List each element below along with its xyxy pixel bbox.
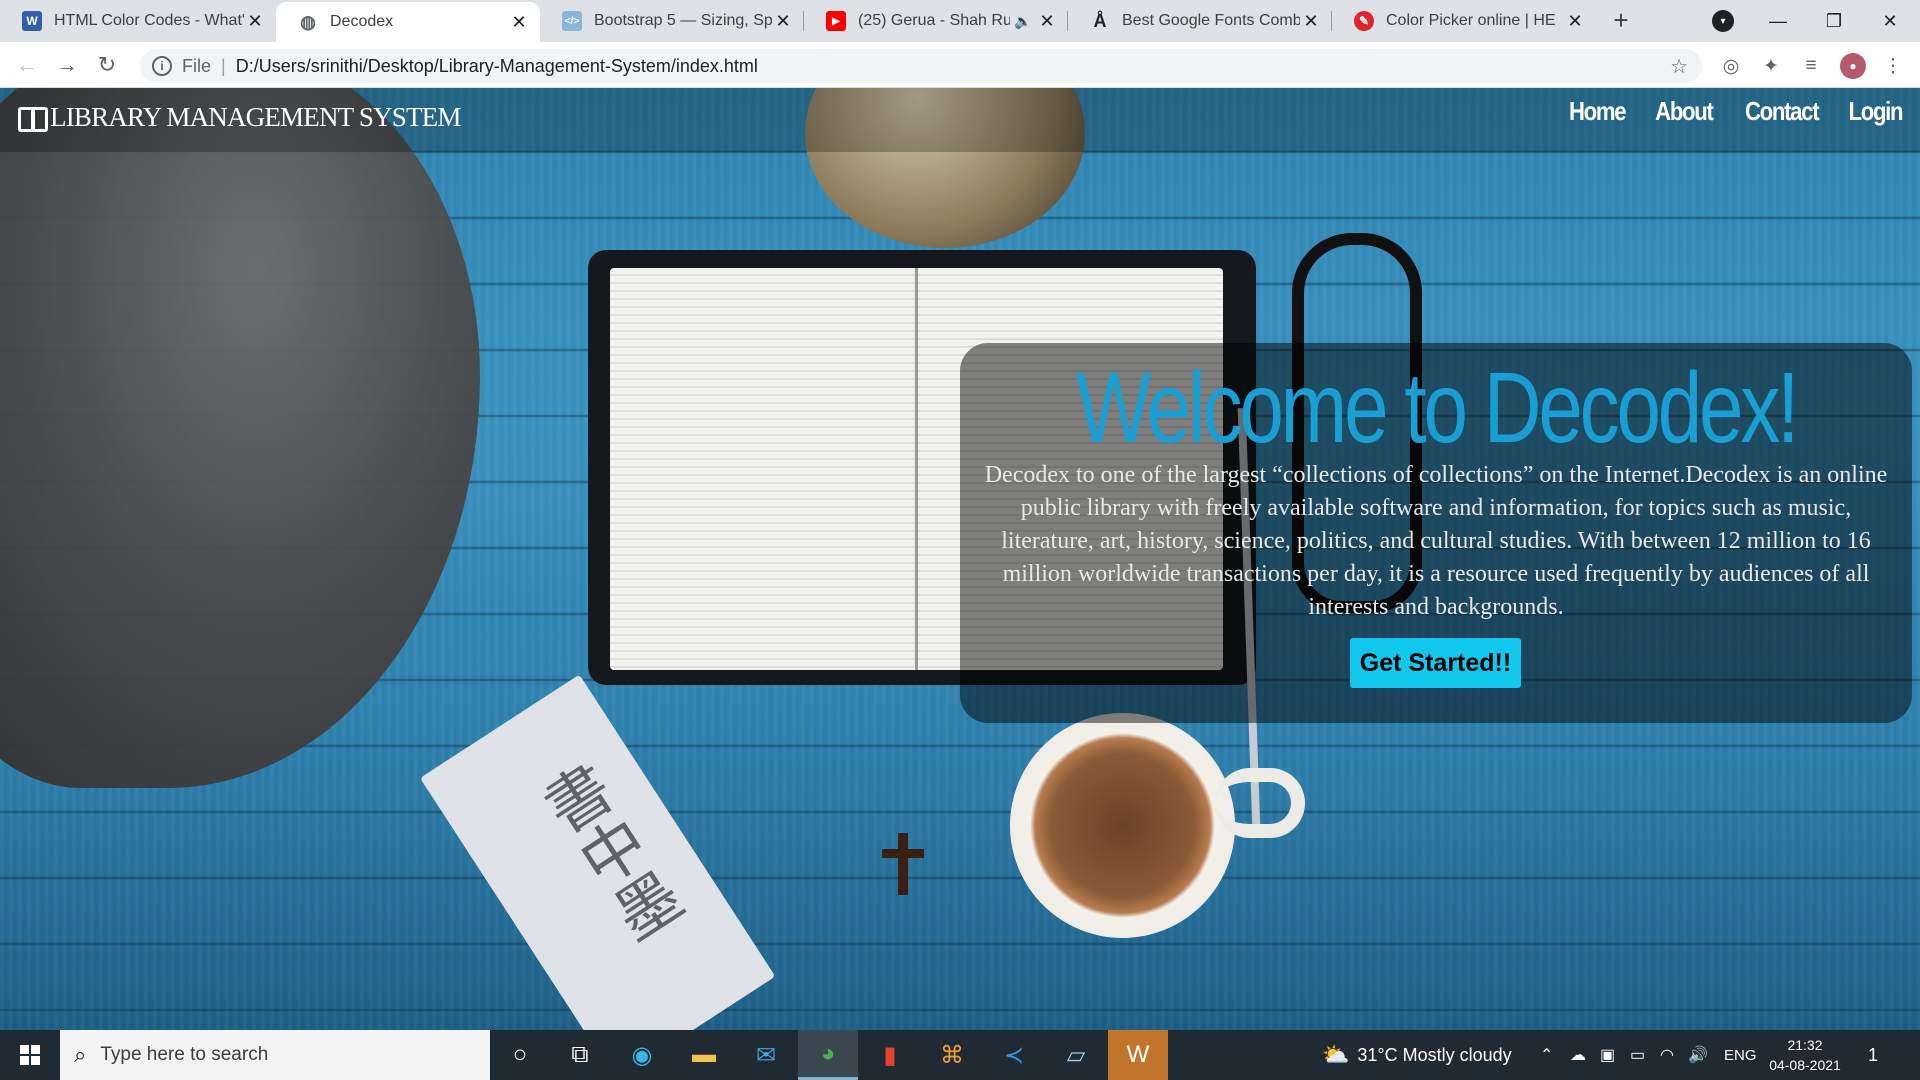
notification-center-icon[interactable]: 1 — [1868, 1030, 1878, 1080]
coffee-cup-handle — [1215, 768, 1305, 838]
back-arrow-icon[interactable]: ← — [12, 50, 42, 80]
notification-count: 1 — [1868, 1044, 1879, 1065]
tab-title: Color Picker online | HE — [1386, 12, 1556, 29]
meet-now-icon[interactable]: ▣ — [1600, 1030, 1615, 1080]
task-view-icon[interactable]: ⧉ — [550, 1030, 610, 1080]
w3schools-icon: W — [22, 11, 42, 31]
forward-arrow-icon[interactable]: → — [52, 50, 82, 80]
tab-title: (25) Gerua - Shah Rukh — [858, 12, 1010, 29]
more-menu-icon[interactable]: ⋮ — [1880, 53, 1906, 79]
restore-icon[interactable]: ❐ — [1806, 0, 1862, 42]
tab-bootstrap[interactable]: </> Bootstrap 5 — Sizing, Spaci ✕ — [540, 0, 804, 42]
media-queue-icon[interactable]: ≡ — [1798, 53, 1824, 79]
close-tab-icon[interactable]: ✕ — [244, 11, 266, 32]
tab-decodex[interactable]: ◍ Decodex ✕ — [276, 2, 540, 42]
window-close-icon[interactable]: ✕ — [1862, 0, 1918, 42]
browser-toolbar: ← → ↻ i File | D:/Users/srinithi/Desktop… — [0, 42, 1920, 88]
tab-title: Decodex — [330, 13, 394, 30]
sublime-icon[interactable]: ⌘ — [922, 1030, 982, 1080]
bookmark-calligraphy: 書中墨 — [524, 753, 692, 955]
edge-icon[interactable]: ◉ — [612, 1030, 672, 1080]
extensions-icon[interactable]: ✦ — [1758, 53, 1784, 79]
wifi-icon[interactable]: ◠ — [1660, 1030, 1674, 1080]
winamp-icon[interactable]: W — [1108, 1030, 1168, 1080]
page-viewport: 書中墨 LIBRARY MANAGEMENT SYSTEM Home About… — [0, 88, 1920, 1030]
windows-logo-icon — [20, 1045, 40, 1065]
close-tab-icon[interactable]: ✕ — [1036, 11, 1058, 32]
close-tab-icon[interactable]: ✕ — [508, 12, 530, 33]
nav-about-link[interactable]: About — [1655, 96, 1714, 127]
tab-google-fonts[interactable]: Å Best Google Fonts Combina ✕ — [1068, 0, 1332, 42]
address-scheme: File — [182, 55, 212, 76]
reload-icon[interactable]: ↻ — [92, 50, 122, 80]
hero-description: Decodex to one of the largest “collectio… — [984, 462, 1888, 620]
mail-icon[interactable]: ✉ — [736, 1030, 796, 1080]
tab-youtube[interactable]: ▶ (25) Gerua - Shah Rukh 🔈 ✕ — [804, 0, 1068, 42]
notepad-icon[interactable]: ▱ — [1046, 1030, 1106, 1080]
background-bookmark: 書中墨 — [420, 674, 776, 1030]
code-icon: </> — [562, 11, 582, 31]
battery-icon[interactable]: ▭ — [1630, 1030, 1645, 1080]
windows-taskbar: ⌕ Type here to search ○ ⧉ ◉ ▬ ✉ ◕ ▮ ⌘ ≺ … — [0, 1030, 1920, 1080]
tab-title: Best Google Fonts Combina — [1122, 12, 1300, 29]
background-cross — [882, 833, 924, 895]
weather-widget[interactable]: ⛅ 31°C Mostly cloudy — [1322, 1030, 1512, 1080]
clock-date: 04-08-2021 — [1769, 1057, 1841, 1073]
nav-home-link[interactable]: Home — [1569, 96, 1627, 127]
profile-avatar[interactable]: ● — [1840, 53, 1866, 79]
tab-title: Bootstrap 5 — Sizing, Spaci — [594, 12, 772, 29]
tab-html-color-codes[interactable]: W HTML Color Codes - What's ✕ — [0, 0, 276, 42]
cortana-icon[interactable]: ○ — [490, 1030, 550, 1080]
font-icon: Å — [1093, 10, 1107, 31]
tab-strip: W HTML Color Codes - What's ✕ ◍ Decodex … — [0, 0, 1920, 42]
search-icon: ⌕ — [74, 1042, 87, 1067]
new-tab-button[interactable]: + — [1606, 6, 1636, 36]
tab-search-icon[interactable]: ▾ — [1712, 10, 1734, 32]
cloud-sun-icon: ⛅ — [1322, 1042, 1350, 1067]
language-indicator[interactable]: ENG — [1724, 1030, 1757, 1080]
info-icon[interactable]: i — [152, 56, 172, 76]
nav-contact-link[interactable]: Contact — [1745, 96, 1820, 127]
background-coffee-cup — [1010, 713, 1235, 938]
file-explorer-icon[interactable]: ▬ — [674, 1030, 734, 1080]
close-tab-icon[interactable]: ✕ — [1300, 11, 1322, 32]
taskbar-search[interactable]: ⌕ Type here to search — [60, 1030, 490, 1080]
office-icon[interactable]: ▮ — [860, 1030, 920, 1080]
taskbar-search-placeholder: Type here to search — [100, 1044, 269, 1065]
background-blanket — [0, 88, 480, 788]
chrome-icon[interactable]: ◕ — [798, 1030, 858, 1080]
onedrive-icon[interactable]: ☁ — [1570, 1030, 1586, 1080]
weather-text: 31°C Mostly cloudy — [1357, 1044, 1512, 1065]
open-book-icon — [18, 106, 48, 132]
speaker-icon[interactable]: 🔈 — [1010, 13, 1036, 30]
book-page-left — [610, 268, 915, 670]
close-tab-icon[interactable]: ✕ — [772, 11, 794, 32]
color-picker-icon: ✎ — [1354, 11, 1374, 31]
address-url: D:/Users/srinithi/Desktop/Library-Manage… — [235, 55, 758, 76]
globe-icon: ◍ — [300, 11, 316, 32]
site-navbar: LIBRARY MANAGEMENT SYSTEM Home About Con… — [0, 88, 1920, 152]
minimize-icon[interactable]: — — [1750, 0, 1806, 42]
tab-color-picker[interactable]: ✎ Color Picker online | HE ✕ — [1332, 0, 1596, 42]
get-started-button[interactable]: Get Started!! — [1350, 638, 1521, 688]
address-divider: | — [221, 55, 226, 76]
start-button[interactable] — [0, 1030, 60, 1080]
taskbar-clock[interactable]: 21:32 04-08-2021 — [1762, 1035, 1848, 1075]
nav-links: Home About Contact Login — [1559, 96, 1904, 127]
bookmark-star-icon[interactable]: ☆ — [1670, 54, 1688, 79]
vscode-icon[interactable]: ≺ — [984, 1030, 1044, 1080]
youtube-icon: ▶ — [826, 11, 846, 31]
nav-login-link[interactable]: Login — [1848, 96, 1903, 127]
address-bar[interactable]: i File | D:/Users/srinithi/Desktop/Libra… — [140, 49, 1702, 83]
tab-title: HTML Color Codes - What's — [54, 12, 244, 29]
brand-title: LIBRARY MANAGEMENT SYSTEM — [50, 102, 461, 132]
tray-chevron-icon[interactable]: ⌃ — [1540, 1030, 1553, 1080]
translate-icon[interactable]: ◎ — [1718, 53, 1744, 79]
hero-panel: Welcome to Decodex! Decodex to one of th… — [960, 343, 1912, 723]
site-brand[interactable]: LIBRARY MANAGEMENT SYSTEM — [18, 102, 461, 133]
clock-time: 21:32 — [1787, 1037, 1823, 1053]
hero-title: Welcome to Decodex! — [1075, 352, 1800, 464]
volume-icon[interactable]: 🔊 — [1688, 1030, 1708, 1080]
close-tab-icon[interactable]: ✕ — [1564, 11, 1586, 32]
